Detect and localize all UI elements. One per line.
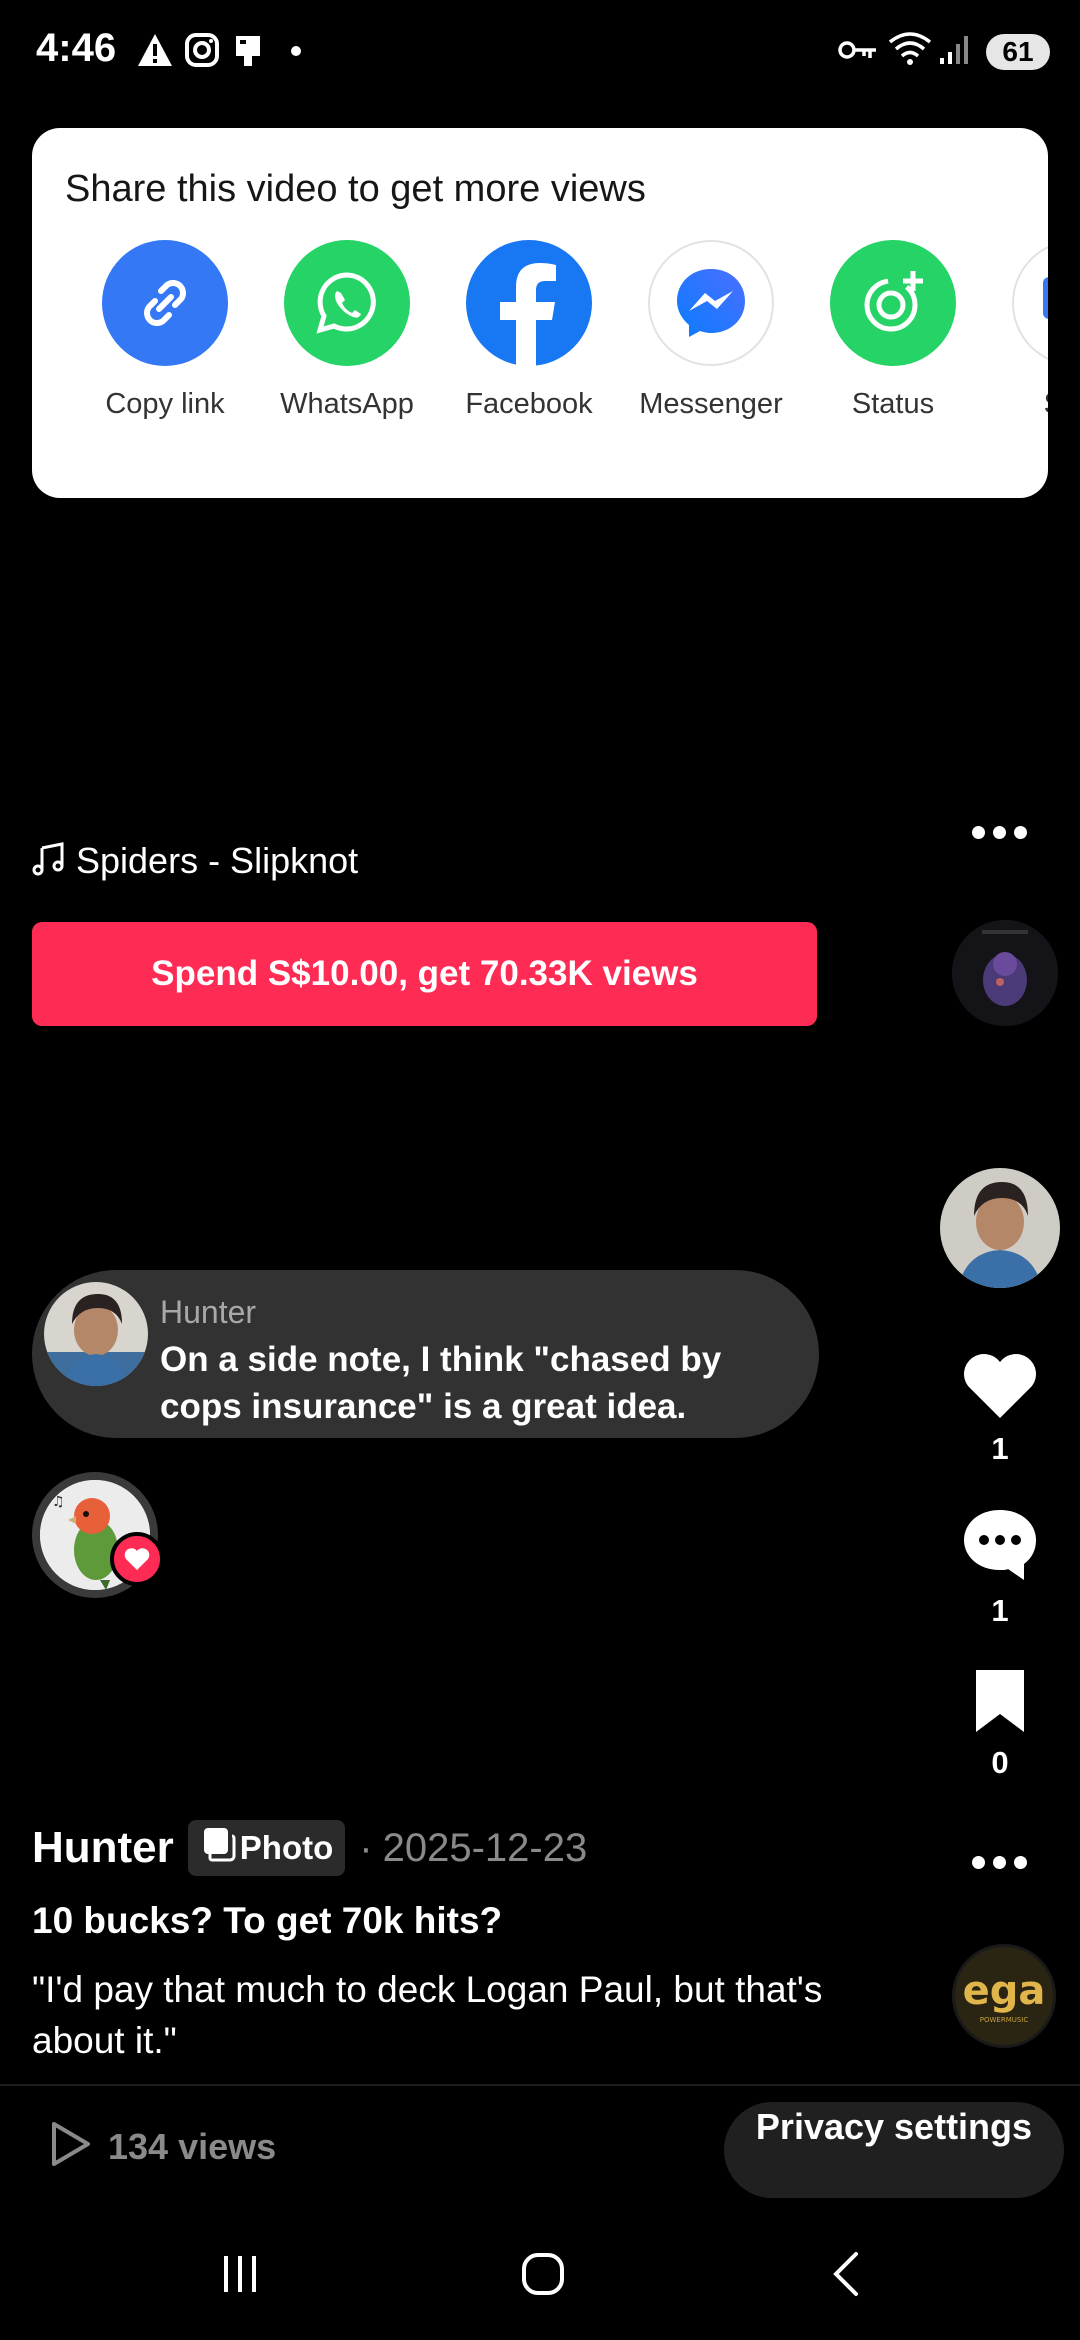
share-copy-link[interactable]: Copy link — [74, 240, 256, 421]
heart-icon — [960, 1354, 1040, 1424]
share-sms[interactable]: SMS — [984, 240, 1048, 421]
music-track-label: Spiders - Slipknot — [76, 840, 359, 881]
comment-button[interactable]: 1 — [952, 1506, 1048, 1629]
avatar[interactable] — [44, 1282, 148, 1386]
play-icon — [48, 2120, 94, 2173]
warning-icon — [136, 32, 174, 73]
privacy-settings-button[interactable]: Privacy settings — [724, 2102, 1064, 2198]
comment-icon — [960, 1510, 1040, 1586]
back-icon[interactable] — [820, 2244, 870, 2304]
comment-count: 1 — [991, 1593, 1009, 1628]
share-label: Messenger — [639, 388, 783, 420]
music-disc-logo: ega — [963, 1968, 1046, 2014]
music-track[interactable]: Spiders - Slipknot — [32, 840, 358, 882]
vpn-key-icon — [838, 38, 878, 67]
divider — [0, 2084, 1080, 2086]
promote-button[interactable]: Spend S$10.00, get 70.33K views — [32, 922, 817, 1026]
bookmark-icon — [970, 1670, 1030, 1738]
views-row[interactable]: 134 views — [48, 2120, 276, 2173]
dot-icon — [290, 44, 302, 62]
post-date-separator: · — [359, 1825, 373, 1870]
save-button[interactable]: 0 — [952, 1668, 1048, 1781]
like-count: 1 — [991, 1431, 1009, 1466]
share-whatsapp[interactable]: WhatsApp — [256, 240, 438, 421]
post-date: 2025-12-23 — [382, 1825, 588, 1870]
post-title: 10 bucks? To get 70k hits? — [32, 1900, 503, 1941]
share-panel: Share this video to get more views Copy … — [32, 128, 1048, 498]
share-messenger[interactable]: Messenger — [620, 240, 802, 421]
comment-text: On a side note, I think "chased by cops … — [160, 1340, 722, 1426]
share-label: Status — [851, 388, 935, 420]
share-facebook[interactable]: Facebook — [438, 240, 620, 421]
status-bar: 4:46 61 — [0, 0, 1080, 100]
share-status[interactable]: Status — [802, 240, 984, 421]
photo-badge-label: Photo — [239, 1829, 334, 1866]
music-note-icon — [32, 841, 66, 881]
recents-icon[interactable] — [210, 2244, 270, 2304]
svg-text:♫: ♫ — [52, 1494, 65, 1510]
share-label: Facebook — [465, 388, 593, 420]
post-description: "I'd pay that much to deck Logan Paul, b… — [32, 1969, 823, 2061]
post-author[interactable]: Hunter — [32, 1823, 174, 1873]
whatsapp-icon — [284, 240, 410, 366]
creator-avatar[interactable] — [940, 1168, 1060, 1288]
share-title: Share this video to get more views — [65, 168, 646, 210]
share-label: WhatsApp — [280, 388, 414, 420]
video-thumbnail[interactable] — [952, 920, 1058, 1026]
instagram-icon — [184, 32, 220, 73]
heart-badge-icon — [110, 1532, 164, 1586]
more-options-icon[interactable] — [972, 1856, 1027, 1869]
status-time: 4:46 — [36, 26, 117, 70]
facebook-icon — [466, 240, 592, 366]
messenger-icon — [648, 240, 774, 366]
views-count: 134 views — [108, 2125, 277, 2167]
share-label: SMS — [984, 388, 1048, 421]
comment-bubble[interactable]: Hunter On a side note, I think "chased b… — [32, 1270, 819, 1438]
home-icon[interactable] — [510, 2244, 576, 2304]
music-disc[interactable]: ega POWERMUSIC — [952, 1944, 1056, 2048]
signal-icon — [938, 34, 974, 71]
status-icon — [830, 240, 956, 366]
save-count: 0 — [991, 1745, 1009, 1780]
post-author-row: Hunter Photo · 2025-12-23 — [32, 1820, 587, 1876]
link-icon — [102, 240, 228, 366]
like-button[interactable]: 1 — [952, 1348, 1048, 1467]
share-label: Copy link — [105, 388, 225, 420]
wifi-icon — [888, 30, 932, 71]
battery-icon: 61 — [986, 34, 1050, 70]
comment-username: Hunter — [160, 1294, 257, 1330]
photo-badge: Photo — [187, 1820, 346, 1876]
more-options-top-icon[interactable] — [972, 826, 1027, 839]
tiktok-icon — [232, 32, 268, 73]
music-disc-sublabel: POWERMUSIC — [980, 2016, 1029, 2024]
photo-icon — [200, 1824, 240, 1872]
sms-icon — [1012, 240, 1048, 366]
